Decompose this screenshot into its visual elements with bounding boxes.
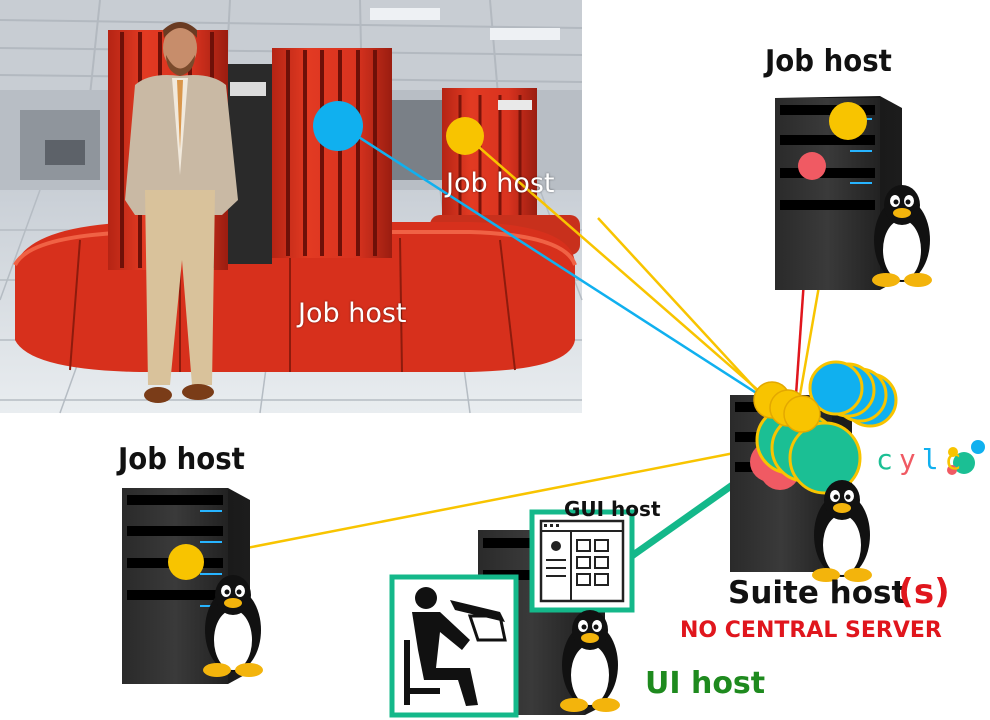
yellow-task-dot (829, 102, 867, 140)
no-central-server-label: NO CENTRAL SERVER (680, 618, 942, 643)
cray-photo (0, 0, 583, 414)
cylc-architecture-diagram: Job host Job host Job host Job host GUI … (0, 0, 990, 720)
gui-window-icon (529, 509, 635, 613)
connector-yellow-cray-front (597, 217, 776, 411)
blue-task-dot (313, 101, 363, 151)
diagram-artwork (0, 0, 985, 718)
ui-host-label: UI host (645, 666, 766, 701)
yellow-task-dot (446, 117, 484, 155)
gui-host-label: GUI host (564, 497, 661, 521)
red-task-dot (798, 152, 826, 180)
yellow-task-dot (168, 544, 204, 580)
job-host-label-left: Job host (118, 442, 245, 477)
user-at-desk-icon (389, 574, 519, 718)
job-host-label-photo-upper: Job host (446, 168, 555, 199)
suite-workflow-cluster (750, 360, 898, 495)
job-host-label-top-right: Job host (765, 44, 892, 79)
job-host-label-photo-lower: Job host (298, 298, 407, 329)
cylc-logo-text: cylc (876, 443, 968, 476)
connector-yellow-left-jobhost (184, 446, 761, 562)
suite-host-label: Suite host(s) (728, 572, 950, 612)
